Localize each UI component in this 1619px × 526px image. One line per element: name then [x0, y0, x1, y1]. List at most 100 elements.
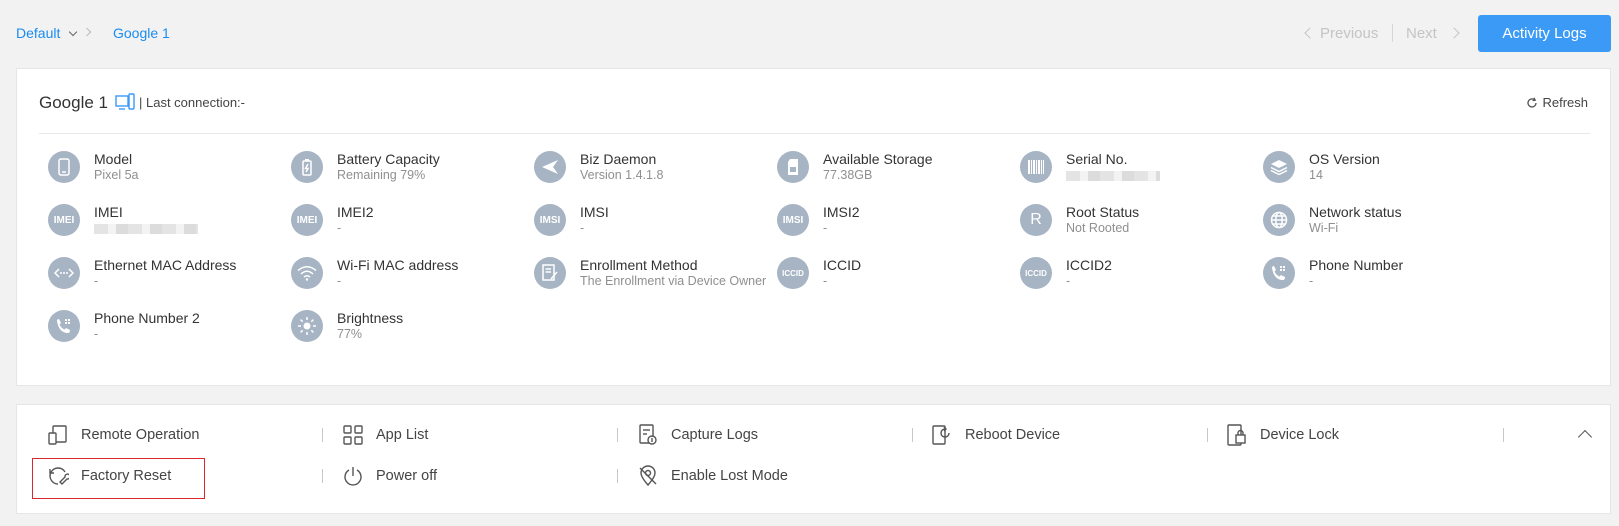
- imei-icon: IMEI: [48, 204, 80, 236]
- info-item-send: Biz Daemon Version 1.4.1.8: [534, 149, 784, 189]
- activity-logs-button[interactable]: Activity Logs: [1478, 15, 1611, 52]
- action-separator: [1503, 428, 1504, 442]
- factory-reset-highlight: [32, 458, 205, 499]
- action-separator: [617, 469, 618, 483]
- breadcrumb-separator-icon: [82, 27, 92, 37]
- info-item-phone-number: Phone Number -: [1263, 255, 1513, 295]
- info-label: Phone Number 2: [94, 310, 200, 326]
- info-item-form: Enrollment Method The Enrollment via Devi…: [534, 255, 784, 295]
- app-list-button[interactable]: App List: [342, 422, 428, 448]
- chevron-left-icon: [1304, 27, 1316, 39]
- breadcrumb-device[interactable]: Google 1: [113, 25, 170, 41]
- info-label: Network status: [1309, 204, 1402, 220]
- info-value: -: [94, 327, 99, 341]
- phone-number-icon: [1263, 257, 1295, 289]
- lost-mode-button[interactable]: Enable Lost Mode: [637, 463, 788, 489]
- info-item-imei2: IMEI IMEI2-: [291, 202, 541, 242]
- iccid2-icon: ICCID: [1020, 257, 1052, 289]
- info-label: Biz Daemon: [580, 151, 657, 167]
- info-label: ICCID: [823, 257, 862, 273]
- action-label: Device Lock: [1260, 427, 1339, 443]
- info-item-wifi: Wi-Fi MAC address -: [291, 255, 541, 295]
- chevron-up-icon[interactable]: [1577, 429, 1593, 445]
- info-label: Model: [94, 151, 133, 167]
- info-label: Wi-Fi MAC address: [337, 257, 459, 273]
- header-divider: [39, 133, 1590, 134]
- chevron-down-icon[interactable]: [68, 27, 78, 37]
- refresh-label: Refresh: [1542, 95, 1588, 110]
- power-button[interactable]: Power off: [342, 463, 437, 489]
- device-info-card: Google 1 | Last connection:- Refresh Mod…: [16, 68, 1611, 386]
- reboot-button[interactable]: Reboot Device: [931, 422, 1060, 448]
- action-separator: [322, 469, 323, 483]
- info-value: Wi-Fi: [1309, 221, 1339, 235]
- info-label: Serial No.: [1066, 151, 1128, 167]
- brightness-icon: [291, 310, 323, 342]
- redacted-value: [1066, 171, 1160, 181]
- info-item-battery: Battery Capacity Remaining 79%: [291, 149, 541, 189]
- ethernet-icon: [48, 257, 80, 289]
- info-label: Available Storage: [823, 151, 933, 167]
- info-label: Battery Capacity: [337, 151, 440, 167]
- info-value: The Enrollment via Device Owner: [580, 274, 767, 288]
- info-label: Root Status: [1066, 204, 1140, 220]
- info-value: 77%: [337, 327, 363, 341]
- refresh-button[interactable]: Refresh: [1526, 95, 1588, 110]
- reboot-icon: [931, 424, 953, 446]
- action-separator: [322, 428, 323, 442]
- root-icon: R: [1020, 204, 1052, 236]
- action-label: Reboot Device: [965, 427, 1061, 443]
- next-button[interactable]: Next: [1406, 25, 1437, 42]
- action-label: Capture Logs: [671, 427, 759, 443]
- info-label: Brightness: [337, 310, 404, 326]
- refresh-icon: [1527, 97, 1538, 108]
- action-label: Remote Operation: [81, 427, 200, 443]
- imsi2-icon: IMSI: [777, 204, 809, 236]
- app-list-icon: [342, 424, 364, 446]
- wifi-icon: [291, 257, 323, 289]
- info-label: Ethernet MAC Address: [94, 257, 237, 273]
- action-label: App List: [376, 427, 429, 443]
- action-separator: [912, 428, 913, 442]
- info-value: -: [94, 274, 99, 288]
- info-label: Enrollment Method: [580, 257, 698, 273]
- info-value: 14: [1309, 168, 1323, 182]
- device-lock-button[interactable]: Device Lock: [1226, 422, 1339, 448]
- imei2-icon: IMEI: [291, 204, 323, 236]
- power-icon: [342, 465, 364, 487]
- info-item-root: R Root Status Not Rooted: [1020, 202, 1270, 242]
- info-value: Version 1.4.1.8: [580, 168, 664, 182]
- form-icon: [534, 257, 566, 289]
- info-item-iccid: ICCID ICCID -: [777, 255, 1027, 295]
- last-connection: | Last connection:-: [139, 95, 245, 110]
- device-actions-card: Remote Operation App List Capture Logs Rebo…: [16, 404, 1611, 514]
- action-label: Power off: [376, 468, 437, 484]
- info-item-imsi2: IMSI IMSI2-: [777, 202, 1027, 242]
- top-bar: Default Google 1 Previous Next Activity …: [0, 0, 1619, 66]
- action-separator: [617, 428, 618, 442]
- barcode-icon: [1020, 151, 1052, 183]
- info-label: Phone Number: [1309, 257, 1404, 273]
- info-value: 77.38GB: [823, 168, 873, 182]
- info-label: OS Version: [1309, 151, 1380, 167]
- info-label: IMSI2: [823, 204, 860, 220]
- breadcrumb-group-dropdown[interactable]: Default: [16, 25, 60, 41]
- info-value: -: [823, 274, 828, 288]
- previous-button[interactable]: Previous: [1320, 25, 1378, 42]
- remote-operation-button[interactable]: Remote Operation: [47, 422, 199, 448]
- pager-divider: [1392, 24, 1393, 42]
- device-lock-icon: [1226, 424, 1248, 446]
- info-item-imsi: IMSI IMSI -: [534, 202, 784, 242]
- capture-logs-button[interactable]: Capture Logs: [637, 422, 758, 448]
- imsi-icon: IMSI: [534, 204, 566, 236]
- info-item-ethernet: Ethernet MAC Address -: [48, 255, 298, 295]
- info-item-phone: Model Pixel 5a: [48, 149, 298, 189]
- info-item-barcode: Serial No.: [1020, 149, 1270, 189]
- info-value: -: [337, 274, 342, 288]
- info-label: IMSI: [580, 204, 609, 220]
- info-value: -: [337, 221, 342, 235]
- info-value: Not Rooted: [1066, 221, 1130, 235]
- remote-operation-icon: [47, 424, 69, 446]
- send-icon: [534, 151, 566, 183]
- info-value: -: [823, 221, 828, 235]
